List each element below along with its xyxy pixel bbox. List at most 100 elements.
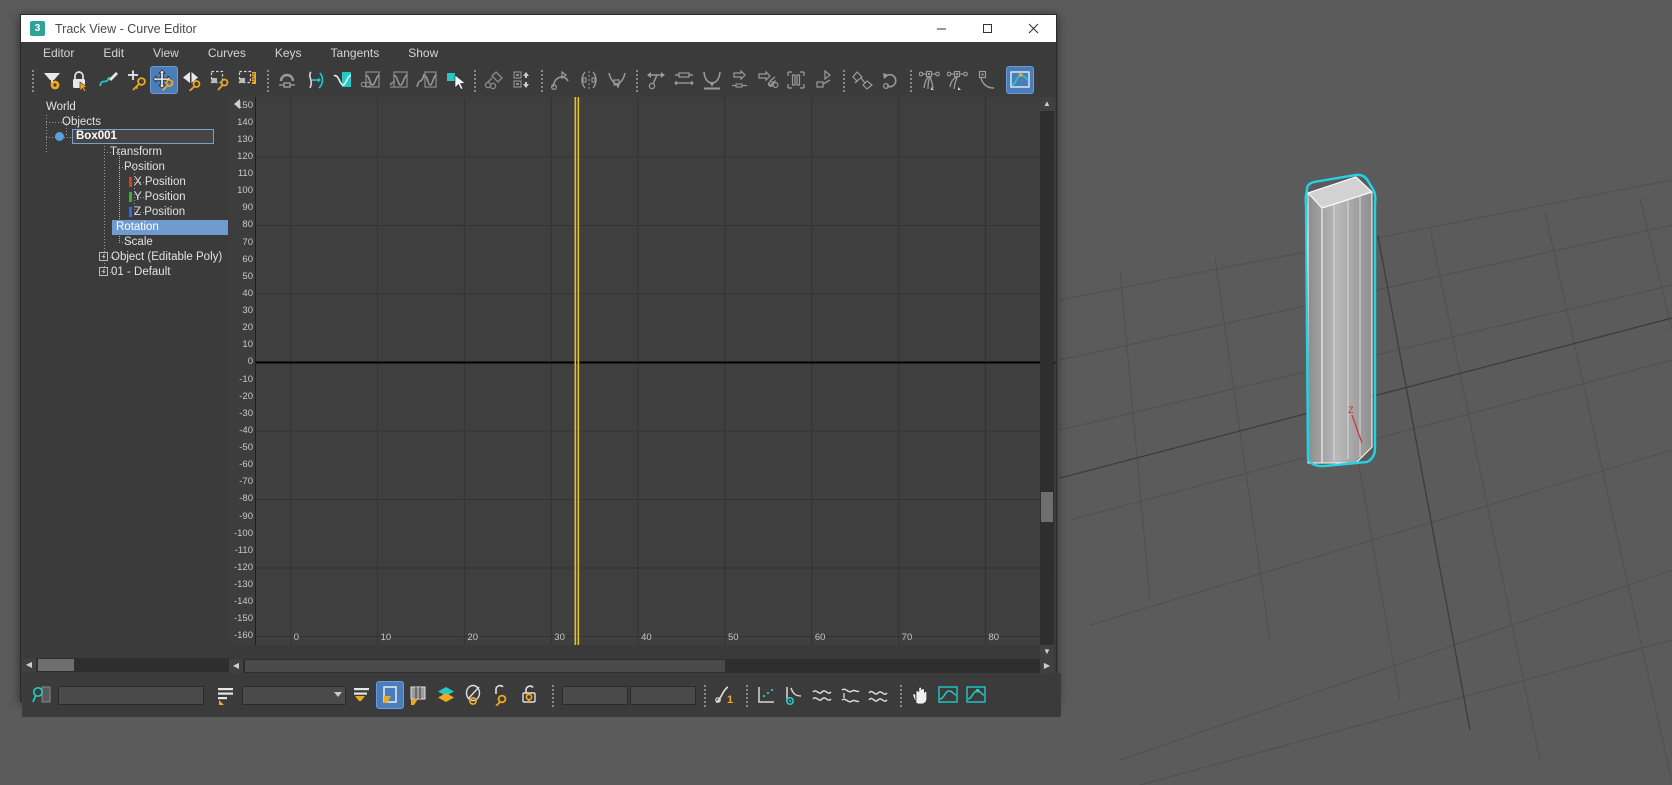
- zoom-region-button[interactable]: [752, 681, 780, 709]
- graph-scroll-down-arrow[interactable]: ▼: [1040, 645, 1054, 659]
- tree-scroll-left-arrow[interactable]: ◀: [22, 658, 36, 672]
- tree-node-box001[interactable]: Box001: [72, 129, 214, 144]
- tree-hscroll-thumb[interactable]: [38, 659, 74, 671]
- curve-plot[interactable]: 0 10 20 30 40 50 60 70 80: [256, 97, 1055, 645]
- key-mode-button[interactable]: [376, 681, 404, 709]
- pan-button[interactable]: [906, 681, 934, 709]
- graph-hscroll-thumb[interactable]: [245, 660, 725, 672]
- tree-node-rotation[interactable]: Rotation: [112, 220, 228, 235]
- graph-vscroll-thumb[interactable]: [1041, 492, 1053, 522]
- scale-values-button[interactable]: [234, 66, 262, 94]
- menu-curves[interactable]: Curves: [208, 46, 246, 60]
- toolbar-grip[interactable]: [30, 68, 35, 92]
- soft-select-button[interactable]: [810, 66, 838, 94]
- tree-node-scale[interactable]: Scale: [124, 235, 153, 250]
- menu-keys[interactable]: Keys: [275, 46, 302, 60]
- expand-object-icon[interactable]: +: [99, 252, 108, 261]
- tree-node-world[interactable]: World: [46, 100, 76, 115]
- value-y-field[interactable]: [630, 685, 696, 705]
- graph-scroll-right-arrow[interactable]: ▶: [1040, 659, 1054, 673]
- menu-editor[interactable]: Editor: [43, 46, 74, 60]
- zoom-horizontal-button[interactable]: [808, 681, 836, 709]
- maximize-button[interactable]: [964, 15, 1010, 42]
- track-view-window[interactable]: 3 Track View - Curve Editor Editor Edit …: [20, 14, 1061, 717]
- scale-keys-button[interactable]: [206, 66, 234, 94]
- flatten-curve-button[interactable]: [698, 66, 726, 94]
- menu-tangents[interactable]: Tangents: [331, 46, 380, 60]
- tree-node-y-position[interactable]: Y Position: [134, 190, 186, 205]
- slide-keys-button[interactable]: [178, 66, 206, 94]
- freeze-tangents-button[interactable]: [754, 66, 782, 94]
- tree-node-object-editable-poly[interactable]: Object (Editable Poly): [111, 250, 222, 265]
- set-tangent-auto-button[interactable]: [916, 66, 944, 94]
- tree-horizontal-scrollbar[interactable]: ◀ ▶: [22, 658, 244, 672]
- tree-node-x-position[interactable]: X Position: [134, 175, 186, 190]
- key-stats-button[interactable]: [28, 681, 56, 709]
- controller-combo[interactable]: [242, 685, 346, 705]
- mirror-keys-button[interactable]: [575, 66, 603, 94]
- zoom-value-button[interactable]: [780, 681, 808, 709]
- expand-material-icon[interactable]: +: [99, 267, 108, 276]
- parameter-curve-out-of-range-button[interactable]: [301, 66, 329, 94]
- menubar[interactable]: Editor Edit View Curves Keys Tangents Sh…: [21, 42, 1056, 64]
- zoom-region-tool-button[interactable]: [962, 681, 990, 709]
- zoom-time-button[interactable]: [836, 681, 864, 709]
- apply-ease-button[interactable]: [726, 66, 754, 94]
- key-tangent-filter-button[interactable]: [348, 681, 376, 709]
- copy-paste-tracks-button[interactable]: [508, 66, 536, 94]
- tree-node-position[interactable]: Position: [124, 160, 165, 175]
- curve-graph-area[interactable]: 150 140 130 120 110 100 90 80 70 60 50 40 30 20 10 0 -10…: [229, 97, 1055, 659]
- menu-view[interactable]: View: [153, 46, 179, 60]
- track-name-field[interactable]: [58, 685, 204, 705]
- edit-keys-button[interactable]: [441, 66, 469, 94]
- ease-curve-button[interactable]: [547, 66, 575, 94]
- snap-frames-button[interactable]: [273, 66, 301, 94]
- tree-node-z-position[interactable]: Z Position: [134, 205, 185, 220]
- layers-button[interactable]: [432, 681, 460, 709]
- lock-key-button[interactable]: [516, 681, 544, 709]
- key-filter-button[interactable]: [212, 681, 240, 709]
- lock-selection-button[interactable]: [66, 66, 94, 94]
- tree-node-01-default[interactable]: 01 - Default: [111, 265, 170, 280]
- y-axis[interactable]: 150 140 130 120 110 100 90 80 70 60 50 40 30 20 10 0 -10…: [229, 97, 256, 645]
- show-biped-curves-button[interactable]: [385, 66, 413, 94]
- menu-show[interactable]: Show: [408, 46, 438, 60]
- graph-scroll-up-arrow[interactable]: ▲: [1040, 97, 1054, 111]
- controller-tree[interactable]: World Objects Box001 Transform Position …: [22, 97, 228, 658]
- add-remove-keys-button[interactable]: [782, 66, 810, 94]
- graph-horizontal-scrollbar[interactable]: ◀ ▶: [229, 659, 1054, 673]
- close-button[interactable]: [1010, 15, 1056, 42]
- value-x-field[interactable]: [562, 685, 628, 705]
- graph-scroll-left-arrow[interactable]: ◀: [229, 659, 243, 673]
- tangent-info-button[interactable]: 1: [710, 681, 738, 709]
- tree-node-transform[interactable]: Transform: [110, 145, 162, 160]
- loop-button[interactable]: [877, 66, 905, 94]
- window-titlebar[interactable]: 3 Track View - Curve Editor: [21, 15, 1056, 42]
- show-tangents-button[interactable]: [329, 66, 357, 94]
- menu-edit[interactable]: Edit: [103, 46, 124, 60]
- minimize-button[interactable]: [918, 15, 964, 42]
- draw-curves-button[interactable]: [94, 66, 122, 94]
- move-horizontal-button[interactable]: [642, 66, 670, 94]
- filters-button[interactable]: [38, 66, 66, 94]
- align-keys-button[interactable]: [670, 66, 698, 94]
- main-toolbar[interactable]: [21, 64, 1056, 96]
- assign-controller-button[interactable]: [480, 66, 508, 94]
- bottom-toolbar[interactable]: 1: [22, 673, 1061, 717]
- zoom-curve-button[interactable]: [864, 681, 892, 709]
- set-tangent-custom-button[interactable]: [944, 66, 972, 94]
- region-select-button[interactable]: [413, 66, 441, 94]
- set-tangent-fast-button[interactable]: [972, 66, 1000, 94]
- curve-editor-mode-button[interactable]: [1006, 66, 1034, 94]
- key-filters-button[interactable]: [460, 681, 488, 709]
- lock-tangents-button[interactable]: [357, 66, 385, 94]
- key-window-button[interactable]: [404, 681, 432, 709]
- zoom-selected-button[interactable]: [934, 681, 962, 709]
- add-keys-button[interactable]: [122, 66, 150, 94]
- graph-vertical-scrollbar[interactable]: ▲ ▼: [1040, 97, 1054, 659]
- auto-tangent-button[interactable]: [849, 66, 877, 94]
- reduce-keys-button[interactable]: [603, 66, 631, 94]
- move-keys-button[interactable]: [150, 66, 178, 94]
- tree-node-objects[interactable]: Objects: [62, 115, 101, 130]
- hook-key-button[interactable]: [488, 681, 516, 709]
